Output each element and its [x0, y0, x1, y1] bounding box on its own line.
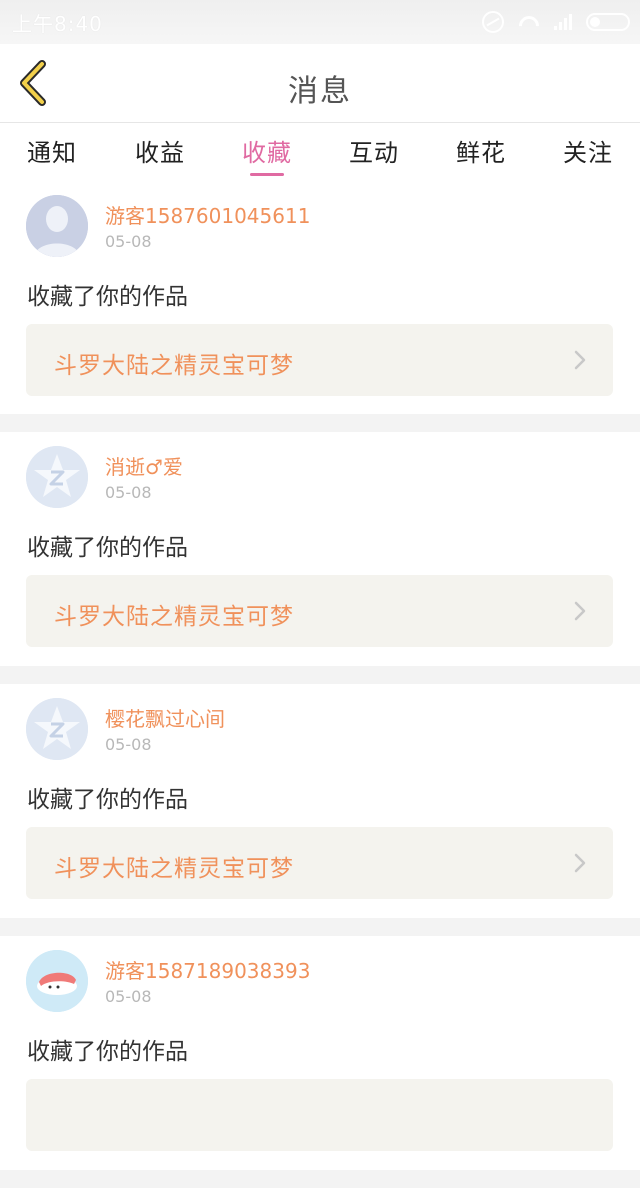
username-link[interactable]: 樱花飘过心间 [105, 703, 225, 732]
status-time: 上午8:40 [12, 12, 103, 36]
work-link[interactable]: 斗罗大陆之精灵宝可梦 [26, 575, 613, 647]
message-card: 游客1587189038393 05-08 收藏了你的作品 [0, 936, 640, 1170]
do-not-disturb-icon [482, 11, 504, 33]
avatar[interactable] [26, 698, 88, 760]
message-date: 05-08 [105, 483, 152, 502]
message-card: 游客1587601045611 05-08 收藏了你的作品 斗罗大陆之精灵宝可梦 [0, 181, 640, 414]
wifi-icon [518, 14, 540, 30]
chevron-right-icon [574, 853, 586, 873]
page-title: 消息 [288, 74, 352, 109]
work-link[interactable]: 斗罗大陆之精灵宝可梦 [26, 324, 613, 396]
tab-favorites[interactable]: 收藏 [227, 133, 307, 168]
avatar[interactable] [26, 446, 88, 508]
message-action-text: 收藏了你的作品 [27, 284, 188, 310]
message-action-text: 收藏了你的作品 [27, 1039, 188, 1065]
tab-earnings[interactable]: 收益 [120, 133, 200, 168]
qq-star-avatar-icon [26, 446, 88, 508]
default-avatar-icon [26, 195, 88, 257]
avatar[interactable] [26, 950, 88, 1012]
username-link[interactable]: 游客1587189038393 [105, 955, 310, 984]
active-tab-indicator [250, 173, 284, 176]
message-card: 樱花飘过心间 05-08 收藏了你的作品 斗罗大陆之精灵宝可梦 [0, 684, 640, 918]
work-title: 斗罗大陆之精灵宝可梦 [54, 353, 294, 379]
qq-star-avatar-icon [26, 698, 88, 760]
work-link[interactable] [26, 1079, 613, 1151]
message-date: 05-08 [105, 987, 152, 1006]
work-title: 斗罗大陆之精灵宝可梦 [54, 856, 294, 882]
message-date: 05-08 [105, 232, 152, 251]
chevron-right-icon [574, 601, 586, 621]
system-icons [482, 10, 630, 34]
username-link[interactable]: 消逝♂爱 [105, 451, 183, 480]
tab-bar: 通知 收益 收藏 互动 鲜花 关注 [0, 123, 640, 181]
avatar[interactable] [26, 195, 88, 257]
chevron-right-icon [574, 350, 586, 370]
work-title: 斗罗大陆之精灵宝可梦 [54, 604, 294, 630]
message-action-text: 收藏了你的作品 [27, 535, 188, 561]
work-link[interactable]: 斗罗大陆之精灵宝可梦 [26, 827, 613, 899]
battery-icon [586, 13, 630, 31]
tab-interactions[interactable]: 互动 [334, 133, 414, 168]
signal-icon [554, 14, 572, 30]
sushi-avatar-icon [26, 950, 88, 1012]
message-action-text: 收藏了你的作品 [27, 787, 188, 813]
tab-flowers[interactable]: 鲜花 [441, 133, 521, 168]
message-date: 05-08 [105, 735, 152, 754]
username-link[interactable]: 游客1587601045611 [105, 200, 310, 229]
tab-notifications[interactable]: 通知 [12, 133, 92, 168]
status-bar: 上午8:40 [0, 0, 640, 44]
tab-following[interactable]: 关注 [548, 133, 628, 168]
message-list: 游客1587601045611 05-08 收藏了你的作品 斗罗大陆之精灵宝可梦… [0, 181, 640, 1188]
app-header: 消息 [0, 44, 640, 123]
message-card: 消逝♂爱 05-08 收藏了你的作品 斗罗大陆之精灵宝可梦 [0, 432, 640, 666]
